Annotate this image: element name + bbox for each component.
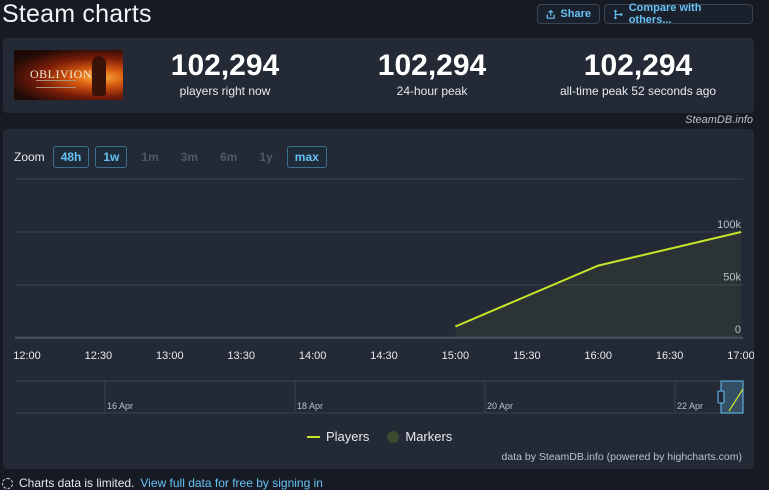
x-tick-label: 15:30 — [513, 350, 541, 362]
stats-card: OBLIVION 102,294 players right now 102,2… — [3, 38, 754, 113]
limited-data-notice: Charts data is limited. View full data f… — [2, 476, 323, 490]
compare-label: Compare with others... — [629, 2, 744, 26]
zoom-1w[interactable]: 1w — [95, 146, 127, 168]
x-tick-label: 17:00 — [727, 350, 754, 362]
share-button[interactable]: Share — [537, 4, 600, 24]
stat-all-time-peak: 102,294 all-time peak 52 seconds ago — [538, 50, 738, 98]
game-capsule-image[interactable]: OBLIVION — [14, 50, 123, 100]
zoom-3m[interactable]: 3m — [173, 146, 206, 168]
stat-value: 102,294 — [332, 50, 532, 82]
navigator-date-label: 18 Apr — [297, 401, 323, 411]
stat-label: players right now — [125, 84, 325, 98]
x-tick-label: 14:00 — [299, 350, 327, 362]
zoom-controls: Zoom 48h1w 1m 3m 6m 1y max — [14, 146, 327, 168]
sign-in-link[interactable]: View full data for free by signing in — [140, 476, 323, 490]
zoom-max[interactable]: max — [287, 146, 327, 168]
zoom-1m[interactable]: 1m — [133, 146, 166, 168]
legend-markers-label: Markers — [405, 429, 452, 444]
zoom-48h[interactable]: 48h — [53, 146, 90, 168]
loading-spinner-icon — [2, 478, 13, 489]
compare-button[interactable]: Compare with others... — [604, 4, 753, 24]
page-title: Steam charts — [2, 0, 152, 29]
players-swatch — [307, 436, 320, 438]
x-tick-label: 16:00 — [584, 350, 612, 362]
navigator-date-label: 22 Apr — [677, 401, 703, 411]
player-chart[interactable]: 050k100k12:0012:3013:0013:3014:0014:3015… — [3, 129, 754, 469]
stat-value: 102,294 — [125, 50, 325, 82]
share-label: Share — [560, 8, 591, 20]
y-tick-label: 100k — [717, 219, 741, 231]
chart-legend: Players Markers — [307, 429, 452, 444]
legend-players-label: Players — [326, 429, 369, 444]
chart-card: 050k100k12:0012:3013:0013:3014:0014:3015… — [3, 129, 754, 469]
x-tick-label: 14:30 — [370, 350, 398, 362]
stat-value: 102,294 — [538, 50, 738, 82]
x-tick-label: 13:30 — [227, 350, 255, 362]
stat-label: 24-hour peak — [332, 84, 532, 98]
navigator-date-label: 20 Apr — [487, 401, 513, 411]
x-tick-label: 13:00 — [156, 350, 184, 362]
x-tick-label: 12:30 — [85, 350, 113, 362]
stat-24h-peak: 102,294 24-hour peak — [332, 50, 532, 98]
compare-icon — [613, 9, 624, 20]
x-tick-label: 12:00 — [13, 350, 41, 362]
legend-markers[interactable]: Markers — [387, 429, 452, 444]
x-tick-label: 16:30 — [656, 350, 684, 362]
legend-players[interactable]: Players — [307, 429, 369, 444]
zoom-1y[interactable]: 1y — [251, 146, 280, 168]
stat-label: all-time peak 52 seconds ago — [538, 84, 738, 98]
zoom-6m[interactable]: 6m — [212, 146, 245, 168]
markers-swatch — [387, 431, 399, 443]
share-icon — [546, 9, 555, 20]
highcharts-credit[interactable]: data by SteamDB.info (powered by highcha… — [502, 451, 742, 463]
navigator-date-label: 16 Apr — [107, 401, 133, 411]
game-art-figure — [92, 56, 106, 96]
zoom-label: Zoom — [14, 150, 45, 164]
steamdb-credit[interactable]: SteamDB.info — [685, 114, 753, 126]
navigator-handle-left[interactable] — [718, 391, 724, 403]
zoom-buttons: 48h1w 1m 3m 6m 1y max — [53, 146, 327, 168]
game-logo-subtitle-band — [36, 80, 76, 88]
x-tick-label: 15:00 — [442, 350, 470, 362]
stat-players-now: 102,294 players right now — [125, 50, 325, 98]
notice-text: Charts data is limited. — [19, 476, 134, 490]
